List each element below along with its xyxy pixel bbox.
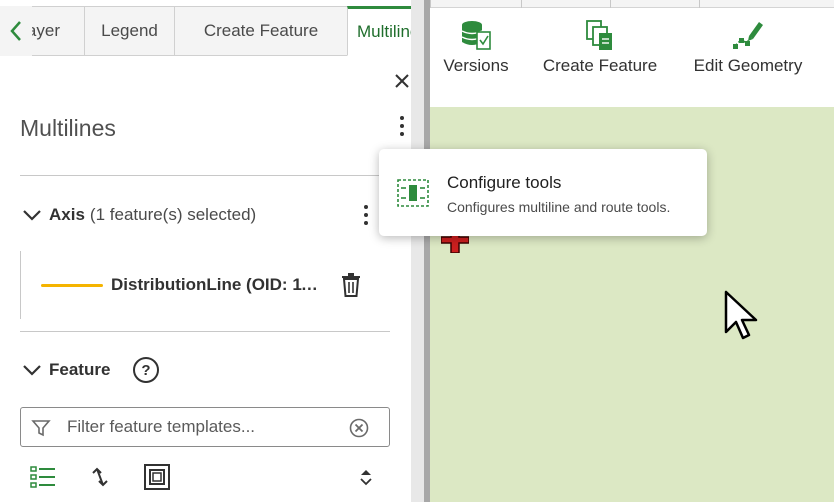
versions-button[interactable]: Versions [442,18,510,80]
configure-tools-title: Configure tools [447,173,562,192]
configure-tools-menu: Configure tools Configures multiline and… [379,149,707,236]
sort-button[interactable] [85,462,115,492]
tab-multilines[interactable]: Multilines [347,6,411,56]
versions-database-icon [461,21,491,50]
axis-section-header[interactable]: Axis (1 feature(s) selected) [22,202,256,228]
tab-create-feature[interactable]: Create Feature [174,6,348,56]
ribbon-tab-strip [430,0,834,8]
axis-options-menu-button[interactable] [355,201,377,229]
filter-funnel-icon [31,420,51,437]
vertical-ellipsis-icon [364,205,368,225]
chevron-down-icon [23,365,41,376]
axis-selection-count: (1 feature(s) selected) [89,205,257,224]
ribbon-tab[interactable] [521,0,611,8]
axis-feature-row[interactable]: DistributionLine (OID: 11... [20,251,390,319]
tab-multilines-label: Multilines [357,22,411,41]
feature-section-title: Feature [49,360,111,379]
section-divider [20,331,390,332]
mouse-pointer-icon [724,290,758,340]
multilines-pane: ayer Legend Create Feature Multilines Mu… [0,0,411,502]
list-view-icon [30,466,55,488]
pane-title: Multilines [20,115,116,141]
axis-feature-label: DistributionLine (OID: 11... [111,275,321,294]
create-feature-icon [586,20,612,50]
ribbon-toolbar: Versions Create Feature Edit Geometry [430,0,834,107]
group-templates-button[interactable] [142,462,172,492]
versions-button-label: Versions [443,56,509,75]
configure-tools-menu-item[interactable]: Configure tools Configures multiline and… [379,149,707,236]
list-view-button[interactable] [28,462,58,492]
edit-geometry-icon [733,22,763,49]
remove-feature-button[interactable] [339,271,363,299]
expand-collapse-button[interactable] [351,462,381,492]
configure-tools-description: Configures multiline and route tools. [447,199,671,215]
clear-filter-icon[interactable] [349,418,369,438]
pane-tab-bar: ayer Legend Create Feature Multilines [0,6,411,56]
pane-options-menu-button[interactable] [390,112,411,140]
close-pane-button[interactable] [389,68,411,94]
filter-templates-box [20,407,390,447]
feature-section-header[interactable]: Feature [22,356,110,384]
vertical-ellipsis-icon [400,116,404,136]
template-toolbar [20,462,390,492]
ribbon-tab[interactable] [610,0,700,8]
sort-arrows-icon [92,467,108,487]
line-symbol-swatch [41,284,103,287]
tab-legend[interactable]: Legend [84,6,175,56]
chevron-left-icon [10,21,21,41]
close-icon [395,74,409,88]
edit-geometry-button-label: Edit Geometry [693,56,803,75]
section-divider [20,175,390,176]
create-feature-button[interactable]: Create Feature [538,18,662,80]
ribbon-tab[interactable] [430,0,522,8]
chevron-down-icon [23,210,41,221]
trash-icon [342,273,360,297]
configure-tools-icon [397,179,429,207]
up-down-caret-icon [360,470,372,486]
tab-create-feature-label: Create Feature [203,21,319,40]
help-button[interactable]: ? [133,357,159,383]
help-icon: ? [141,361,151,379]
edit-geometry-button[interactable]: Edit Geometry [688,18,808,80]
tab-legend-label: Legend [101,21,158,40]
tab-scroll-left-button[interactable] [0,6,32,56]
layered-squares-icon [144,464,170,490]
filter-templates-input[interactable] [67,415,337,439]
create-feature-button-label: Create Feature [542,56,658,75]
axis-section-title: Axis [49,205,85,224]
